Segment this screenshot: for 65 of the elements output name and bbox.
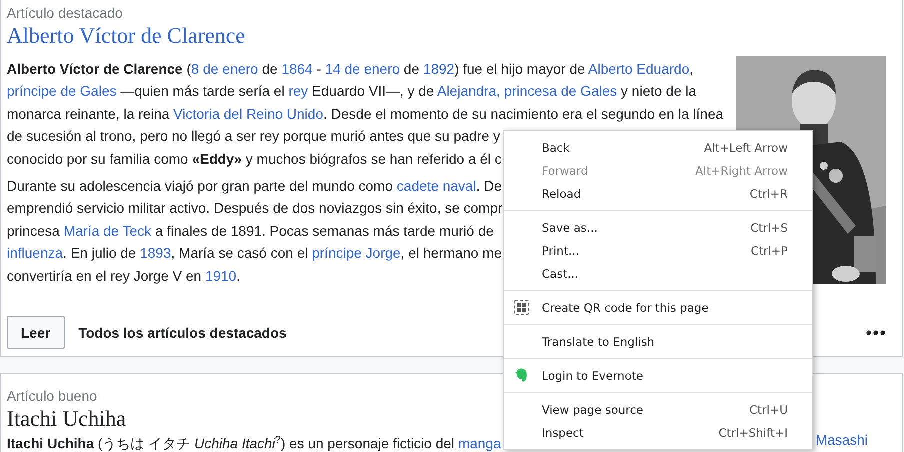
link[interactable]: 1864 <box>282 61 313 77</box>
menu-item-label: Create QR code for this page <box>542 300 709 314</box>
paragraph-line: convertiría en el rey Jorge V en 1910. <box>7 266 240 286</box>
shortcut-label: Ctrl+P <box>750 244 788 258</box>
link[interactable]: cadete naval <box>396 178 476 194</box>
article-title[interactable]: Alberto Víctor de Clarence <box>7 22 246 50</box>
menu-item-label: Inspect <box>542 426 584 440</box>
shortcut-label: Ctrl+S <box>750 220 788 234</box>
link[interactable]: rey <box>288 83 308 100</box>
paragraph-line: Itachi Uchiha (うちは イタチ Uchiha Itachi$^{?}$) es un personaje ficticio del manga <box>7 434 502 452</box>
menu-item[interactable]: Reload Ctrl+R <box>504 182 812 205</box>
menu-item[interactable]: Back Alt+Left Arrow <box>504 136 812 159</box>
link[interactable]: Alberto Eduardo <box>588 61 690 77</box>
link[interactable]: manga <box>458 436 502 452</box>
shortcut-label: Alt+Right Arrow <box>696 164 788 178</box>
link[interactable]: Alejandra, princesa de Gales <box>437 83 618 100</box>
menu-item-label: View page source <box>542 402 644 416</box>
all-featured-link[interactable]: Todos los artículos destacados <box>78 324 287 341</box>
paragraph-line: princesa María de Teck a finales de 1891. Pocas semanas más tarde murió de <box>7 222 494 241</box>
link[interactable]: 14 de enero <box>325 61 400 77</box>
menu-item[interactable]: Translate to English <box>504 330 812 353</box>
paragraph-line: emprendió servicio militar activo. Después de dos noviazgos sin éxito, se compr <box>7 199 503 218</box>
paragraph-line: Alberto Víctor de Clarence (8 de enero de 1864 - 14 de enero de 1892) fue el hijo mayor de Alberto Eduardo, <box>7 60 694 79</box>
menu-item[interactable]: Inspect Ctrl+Shift+I <box>504 421 812 444</box>
menu-item[interactable]: Login to Evernote <box>504 364 812 387</box>
menu-item-label: Login to Evernote <box>542 368 644 382</box>
section-label: Artículo destacado <box>7 5 124 22</box>
article-title[interactable]: Itachi Uchiha <box>7 405 126 433</box>
paragraph-line: príncipe de Gales —quien más tarde sería el rey Eduardo VII—, y de Alejandra, princesa de Gales y nieto de la <box>7 82 697 102</box>
link[interactable]: 1893 <box>140 245 172 262</box>
more-icon[interactable] <box>866 330 886 336</box>
link[interactable]: 1910 <box>205 268 237 284</box>
menu-item[interactable]: Print... Ctrl+P <box>504 239 812 262</box>
link[interactable]: influenza <box>7 245 64 262</box>
paragraph-line: conocido por su familia como «Eddy» y muchos biógrafos se han referido a él c <box>7 150 502 169</box>
link[interactable]: Masashi <box>816 432 868 448</box>
menu-item-label: Cast... <box>542 266 579 280</box>
menu-item[interactable]: View page source Ctrl+U <box>504 398 812 421</box>
qr-code-icon <box>514 300 529 315</box>
menu-item-label: Reload <box>542 186 582 200</box>
paragraph-line: monarca reinante, la reina Victoria del Reino Unido. Desde el momento de su nacimiento era el segundo en la línea <box>7 104 724 124</box>
menu-item-label: Forward <box>542 164 588 178</box>
read-button[interactable]: Leer <box>7 316 65 350</box>
menu-item-label: Save as... <box>542 220 598 234</box>
menu-item[interactable]: Create QR code for this page <box>504 296 812 319</box>
shortcut-label: Alt+Left Arrow <box>704 140 788 154</box>
shortcut-label: Ctrl+Shift+I <box>718 426 788 440</box>
link[interactable]: María de Teck <box>64 222 152 239</box>
menu-item-label: Print... <box>542 244 580 258</box>
elephant-icon <box>514 368 529 383</box>
paragraph-line: Durante su adolescencia viajó por gran parte del mundo como cadete naval. De <box>7 177 502 196</box>
menu-item-label: Back <box>542 140 570 154</box>
paragraph-line: de sucesión al trono, pero no llegó a ser rey porque murió antes que su padre y <box>7 127 500 146</box>
link[interactable]: príncipe de Gales <box>7 83 117 100</box>
section-label: Artículo bueno <box>7 388 98 405</box>
menu-item-label: Translate to English <box>542 334 655 348</box>
link[interactable]: príncipe Jorge <box>312 245 401 262</box>
menu-item[interactable]: Save as... Ctrl+S <box>504 216 812 239</box>
menu-item[interactable]: Cast... <box>504 262 812 285</box>
shortcut-label: Ctrl+R <box>750 186 788 200</box>
link[interactable]: 1892 <box>423 61 455 77</box>
link[interactable]: 8 de enero <box>191 61 258 77</box>
shortcut-label: Ctrl+U <box>749 402 788 416</box>
paragraph-line: influenza. En julio de 1893, María se casó con el príncipe Jorge, el hermano me <box>7 244 502 264</box>
link[interactable]: Victoria del Reino Unido <box>174 106 324 122</box>
